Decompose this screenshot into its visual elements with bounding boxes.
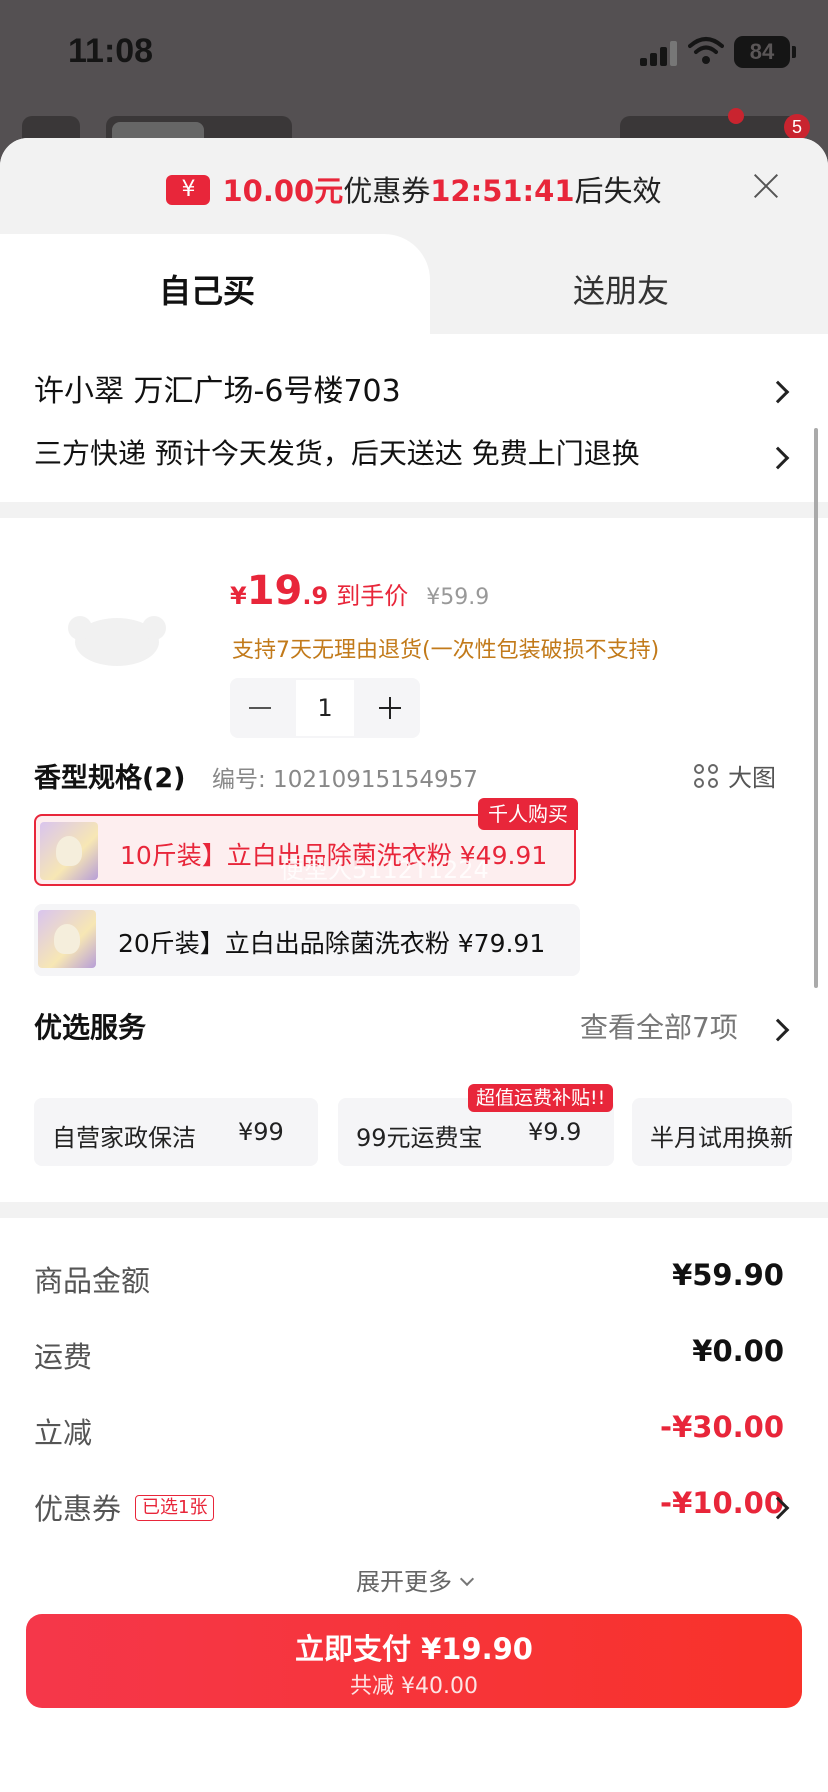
coupon-expire-label: 后失效 <box>574 174 662 208</box>
service-card[interactable]: 半月试用换新 <box>632 1098 792 1166</box>
price-integer: 19 <box>246 568 303 614</box>
expand-more-button[interactable]: 展开更多 <box>0 1562 828 1597</box>
chevron-down-icon <box>459 1571 475 1587</box>
signal-icon <box>640 40 678 66</box>
sku-option[interactable]: 20斤装】立白出品除菌洗衣粉 ¥79.91 <box>34 904 580 976</box>
summary-value: ¥59.90 <box>672 1258 784 1292</box>
summary-value: -¥10.00 <box>660 1486 784 1520</box>
summary-label: 运费 <box>34 1340 93 1374</box>
battery-icon: 84 <box>734 36 796 68</box>
services-title: 优选服务 <box>34 1011 147 1044</box>
coupon-countdown: 12:51:41 <box>430 174 575 208</box>
summary-row: 商品金额 ¥59.90 <box>34 1258 784 1298</box>
pay-now-button[interactable]: 立即支付 ¥19.90 共减 ¥40.00 <box>26 1614 802 1708</box>
pay-discount-label: 共减 ¥40.00 <box>350 1674 478 1699</box>
services-view-all[interactable]: 查看全部7项 <box>580 1006 738 1046</box>
minus-icon[interactable] <box>230 678 290 738</box>
summary-label: 商品金额 <box>34 1264 151 1298</box>
grid-icon <box>694 764 720 790</box>
service-name: 自营家政保洁 <box>52 1124 196 1152</box>
checkout-sheet: ¥10.00元优惠券12:51:41后失效 自己买 送朋友 许小翠 万汇广场-6… <box>0 138 828 1792</box>
quantity-input[interactable]: 1 <box>294 678 356 738</box>
sku-popular-badge: 千人购买 <box>478 798 578 830</box>
coupon-banner-text: ¥10.00元优惠券12:51:41后失效 <box>0 168 828 210</box>
price-decimal: .9 <box>302 582 329 610</box>
status-bar: 11:08 84 <box>0 0 828 110</box>
address-text[interactable]: 许小翠 万汇广场-6号楼703 <box>34 366 401 410</box>
original-price: ¥59.9 <box>426 585 490 610</box>
plus-icon[interactable] <box>360 678 420 738</box>
summary-row: 运费 ¥0.00 <box>34 1334 784 1374</box>
price-label: 到手价 <box>336 582 409 610</box>
status-time: 11:08 <box>68 32 154 70</box>
quantity-stepper: 1 <box>230 678 420 738</box>
summary-label: 优惠券 已选1张 <box>34 1486 215 1528</box>
yen-coupon-icon: ¥ <box>166 175 211 205</box>
tab-send-friend[interactable]: 送朋友 <box>414 266 828 312</box>
watermark-text: 便型人5112T1224 <box>280 856 489 884</box>
big-picture-label: 大图 <box>728 764 776 792</box>
price-currency: ¥ <box>230 582 247 610</box>
cart-badge: 5 <box>784 114 810 140</box>
section-divider <box>0 502 828 518</box>
summary-row: 立减 -¥30.00 <box>34 1410 784 1450</box>
coupon-summary-row[interactable]: 优惠券 已选1张 -¥10.00 <box>34 1486 784 1528</box>
wifi-icon <box>688 37 724 64</box>
expand-more-label: 展开更多 <box>356 1568 452 1596</box>
spec-title: 香型规格(2) <box>34 763 186 794</box>
summary-label: 立减 <box>34 1416 93 1450</box>
close-icon[interactable] <box>748 168 784 204</box>
coupon-amount: 10.00元 <box>222 174 344 208</box>
shipping-text[interactable]: 三方快递 预计今天发货，后天送达 免费上门退换 <box>34 432 640 472</box>
summary-value: ¥0.00 <box>692 1334 784 1368</box>
section-divider <box>0 1202 828 1218</box>
price-row: ¥19.9 到手价 ¥59.9 <box>230 568 489 614</box>
sku-label: 20斤装】立白出品除菌洗衣粉 ¥79.91 <box>118 929 546 958</box>
service-card[interactable]: 自营家政保洁 ¥99 <box>34 1098 318 1166</box>
sku-thumbnail <box>38 910 96 968</box>
service-name: 99元运费宝 <box>356 1124 483 1152</box>
return-policy: 支持7天无理由退货(一次性包装破损不支持) <box>232 638 660 663</box>
spec-code: 编号: 10210915154957 <box>212 767 478 793</box>
notification-dot <box>728 108 744 124</box>
tab-self-buy-label[interactable]: 自己买 <box>0 266 414 312</box>
scrollbar[interactable] <box>814 428 818 988</box>
summary-value: -¥30.00 <box>660 1410 784 1444</box>
service-price: ¥99 <box>238 1118 284 1146</box>
coupon-selected-tag: 已选1张 <box>135 1495 215 1521</box>
coupon-label: 优惠券 <box>343 174 431 208</box>
product-image-placeholder[interactable] <box>62 608 172 668</box>
coupon-banner: ¥10.00元优惠券12:51:41后失效 <box>0 138 828 234</box>
sku-thumbnail <box>40 822 98 880</box>
big-picture-button[interactable]: 大图 <box>694 758 776 793</box>
service-name: 半月试用换新 <box>650 1124 792 1152</box>
service-promo-badge: 超值运费补贴!! <box>468 1084 614 1112</box>
service-price: ¥9.9 <box>528 1118 582 1146</box>
coupon-row-label: 优惠券 <box>34 1492 122 1526</box>
pay-now-label: 立即支付 ¥19.90 <box>294 1632 533 1666</box>
